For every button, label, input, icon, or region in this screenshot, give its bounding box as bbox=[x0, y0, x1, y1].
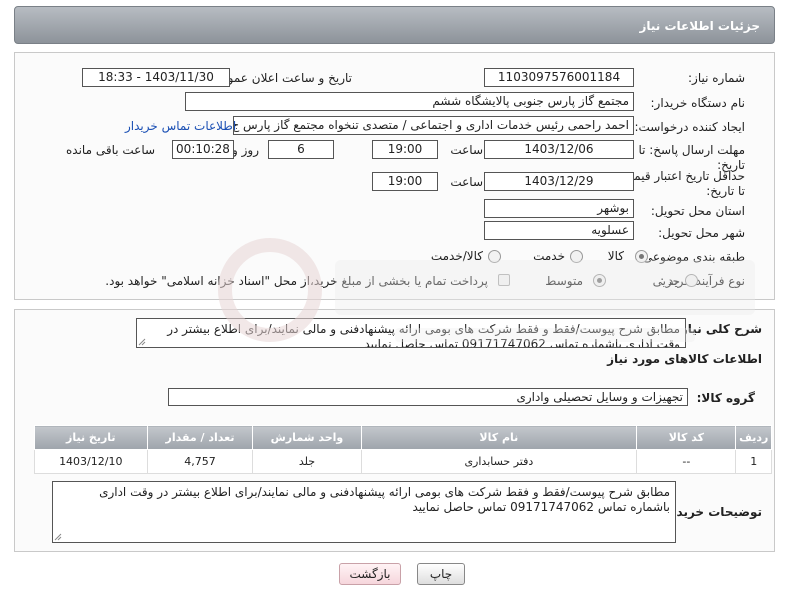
buyer-label: نام دستگاه خریدار: bbox=[650, 96, 746, 110]
category-option-goods-service: کالا/خدمت bbox=[430, 249, 483, 263]
need-date: 1403/12/10 bbox=[34, 449, 148, 474]
validity-label: حداقل تاریخ اعتبار قیمت: تا تاریخ: bbox=[618, 169, 745, 198]
remaining-time-field: 00:10:28 bbox=[172, 140, 234, 159]
goods-section-title: اطلاعات کالاهای مورد نیاز bbox=[607, 352, 762, 366]
process-radio-minor[interactable] bbox=[685, 274, 698, 287]
page-title: جزئیات اطلاعات نیاز bbox=[14, 6, 775, 44]
deadline-time-label: ساعت bbox=[450, 143, 483, 157]
treasury-payment-checkbox[interactable] bbox=[498, 274, 510, 286]
creator-label: ایجاد کننده درخواست: bbox=[634, 120, 745, 134]
row-number: 1 bbox=[735, 449, 772, 474]
column-header: ردیف bbox=[735, 425, 772, 450]
category-radio-goods-service[interactable] bbox=[488, 250, 501, 263]
category-radio-service[interactable] bbox=[570, 250, 583, 263]
remaining-days-field: 6 bbox=[268, 140, 334, 159]
description-label: شرح کلی نیاز: bbox=[676, 322, 762, 336]
resize-grip-icon bbox=[54, 533, 62, 541]
goods-table-header: ردیف کد کالا نام کالا واحد شمارش تعداد /… bbox=[34, 425, 772, 450]
process-option-medium: متوسط bbox=[545, 274, 583, 288]
process-radio-medium[interactable] bbox=[593, 274, 606, 287]
province-label: استان محل تحویل: bbox=[650, 204, 745, 218]
back-button[interactable]: بازگشت bbox=[339, 563, 401, 585]
need-number-field: 1103097576001184 bbox=[484, 68, 634, 87]
goods-code: -- bbox=[636, 449, 737, 474]
buyer-field: مجتمع گاز پارس جنوبی پالایشگاه ششم bbox=[185, 92, 634, 111]
description-textarea: مطابق شرح پیوست/فقط و فقط شرکت های بومی … bbox=[136, 318, 686, 348]
deadline-date-field: 1403/12/06 bbox=[484, 140, 634, 159]
goods-group-field: تجهیزات و وسایل تحصیلی واداری bbox=[168, 388, 688, 406]
validity-time-field: 19:00 bbox=[372, 172, 438, 191]
payment-note: پرداخت تمام یا بخشی از مبلغ خرید،از محل … bbox=[105, 274, 488, 288]
category-option-service: خدمت bbox=[533, 249, 565, 263]
city-label: شهر محل تحویل: bbox=[658, 226, 745, 240]
goods-group-label: گروه کالا: bbox=[696, 391, 755, 405]
need-number-label: شماره نیاز: bbox=[688, 71, 745, 85]
column-header: تاریخ نیاز bbox=[34, 425, 148, 450]
unit: جلد bbox=[252, 449, 362, 474]
table-row: 1 -- دفتر حسابداری جلد 4,757 1403/12/10 bbox=[34, 449, 772, 474]
days-label: روز و bbox=[232, 143, 259, 157]
buyer-notes-textarea: مطابق شرح پیوست/فقط و فقط شرکت های بومی … bbox=[52, 481, 676, 543]
category-label: طبقه بندی موضوعی: bbox=[638, 250, 745, 264]
column-header: کد کالا bbox=[636, 425, 737, 450]
column-header: واحد شمارش bbox=[252, 425, 362, 450]
validity-date-field: 1403/12/29 bbox=[484, 172, 634, 191]
quantity: 4,757 bbox=[146, 449, 254, 474]
category-radio-goods[interactable] bbox=[635, 250, 648, 263]
goods-name: دفتر حسابداری bbox=[360, 449, 638, 474]
goods-table: ردیف کد کالا نام کالا واحد شمارش تعداد /… bbox=[34, 425, 772, 474]
buyer-contact-link[interactable]: اطلاعات تماس خریدار bbox=[125, 119, 236, 133]
creator-field: احمد راحمی رئیس خدمات اداری و اجتماعی / … bbox=[233, 116, 634, 135]
province-field: بوشهر bbox=[484, 199, 634, 218]
city-field: عسلویه bbox=[484, 221, 634, 240]
print-button[interactable]: چاپ bbox=[417, 563, 465, 585]
process-option-minor: جزیی bbox=[652, 274, 680, 288]
category-option-goods: کالا bbox=[607, 249, 624, 263]
resize-grip-icon bbox=[138, 338, 146, 346]
column-header: تعداد / مقدار bbox=[146, 425, 254, 450]
column-header: نام کالا bbox=[360, 425, 638, 450]
deadline-time-field: 19:00 bbox=[372, 140, 438, 159]
validity-time-label: ساعت bbox=[450, 175, 483, 189]
announce-datetime-field: 1403/11/30 - 18:33 bbox=[82, 68, 230, 87]
remaining-label: ساعت باقی مانده bbox=[66, 143, 156, 157]
